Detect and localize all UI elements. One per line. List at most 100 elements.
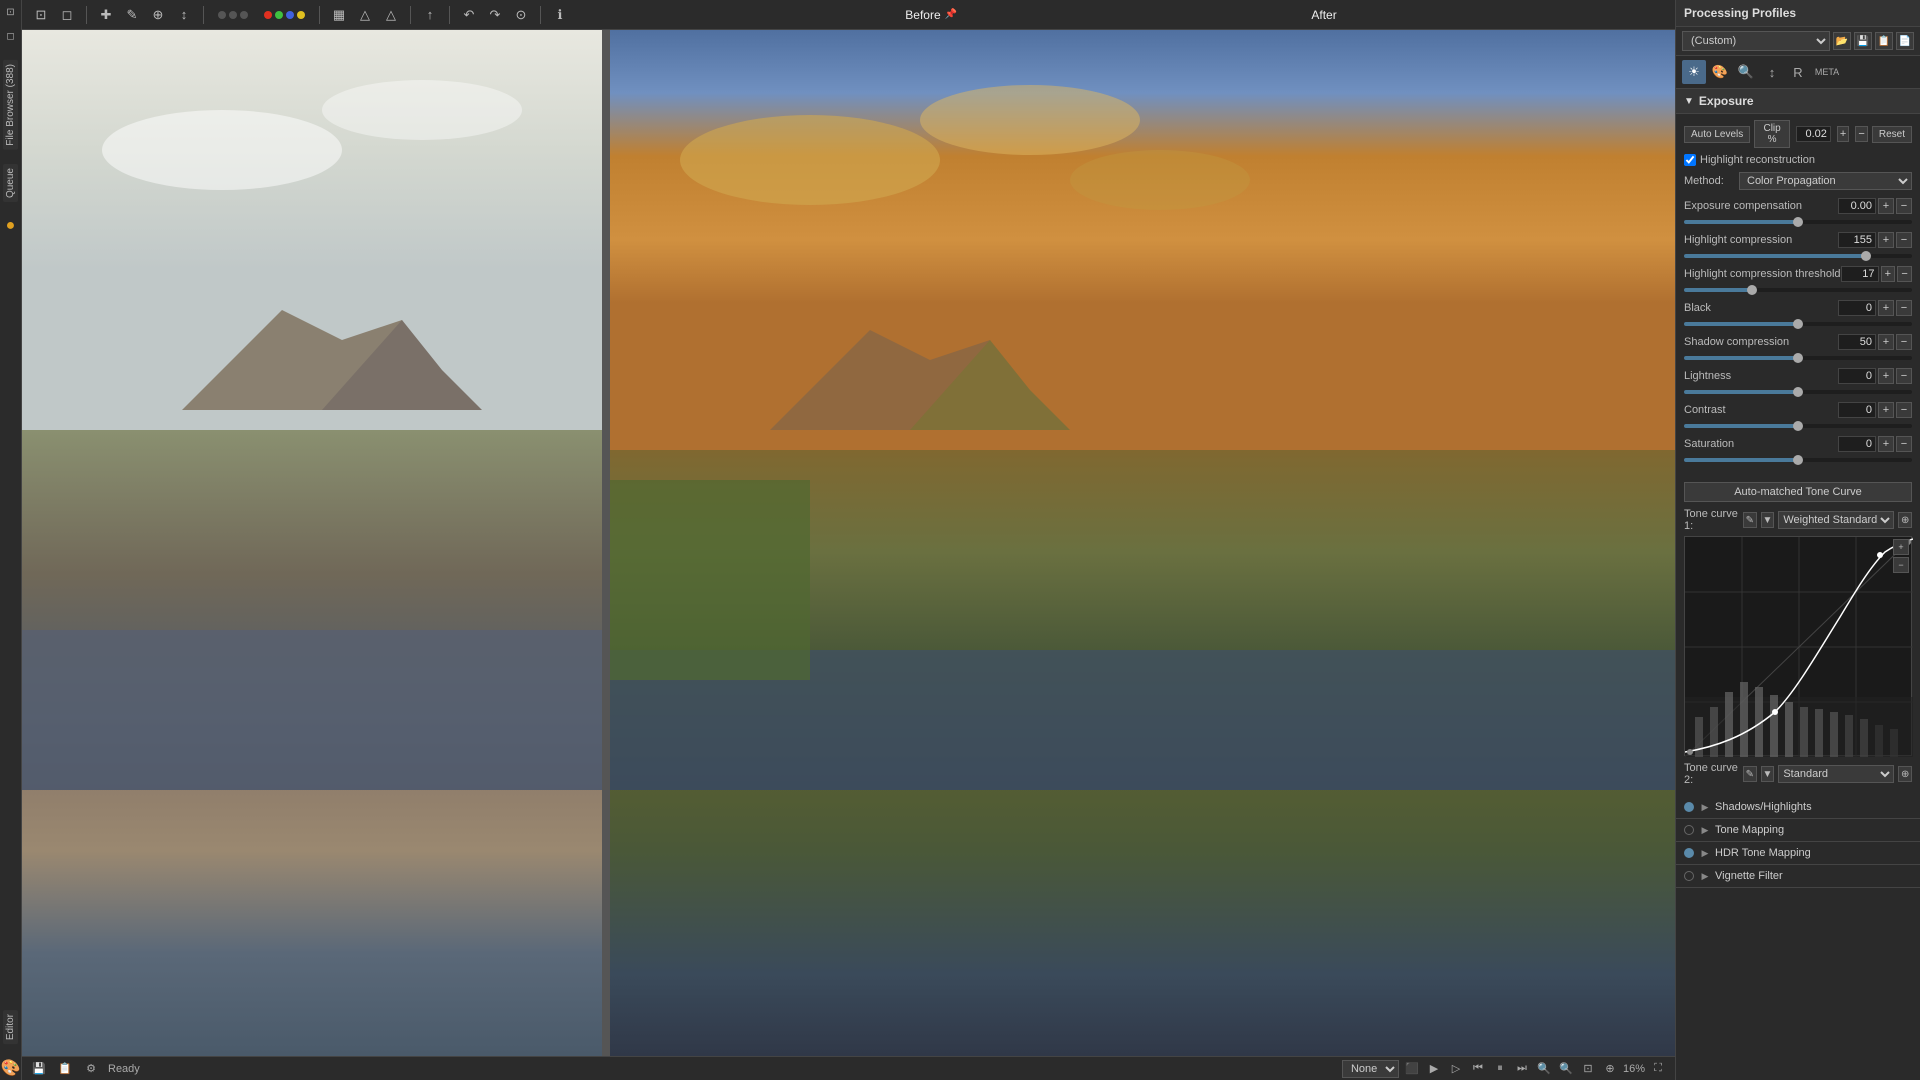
reset-btn[interactable]: Reset: [1872, 126, 1912, 143]
ht-minus[interactable]: −: [1897, 266, 1912, 282]
exposure-comp-thumb[interactable]: [1793, 217, 1803, 227]
profile-select[interactable]: (Custom): [1682, 31, 1830, 51]
tool-waveform[interactable]: △: [354, 4, 376, 26]
tab-raw[interactable]: R: [1786, 60, 1810, 84]
exposure-header[interactable]: ▼ Exposure: [1676, 89, 1920, 114]
nav-icon1[interactable]: ⬛: [1403, 1060, 1421, 1078]
tool-crop[interactable]: ⊕: [147, 4, 169, 26]
vignette-radio[interactable]: [1684, 871, 1694, 881]
clip-plus[interactable]: +: [1837, 126, 1849, 142]
settings-icon[interactable]: ⚙: [82, 1060, 100, 1078]
ht-plus[interactable]: +: [1881, 266, 1896, 282]
editor-tab[interactable]: Editor: [3, 1010, 18, 1044]
hc-plus[interactable]: +: [1878, 232, 1894, 248]
tool-info[interactable]: ℹ: [549, 4, 571, 26]
curve1-edit[interactable]: ✎: [1743, 512, 1757, 528]
tab-color[interactable]: 🎨: [1708, 60, 1732, 84]
sat-plus[interactable]: +: [1878, 436, 1894, 452]
curve2-select[interactable]: Standard Weighted Standard Parametric: [1778, 765, 1894, 783]
highlight-threshold-thumb[interactable]: [1747, 285, 1757, 295]
tone-mapping-header[interactable]: ▶ Tone Mapping: [1676, 819, 1920, 841]
lt-plus[interactable]: +: [1878, 368, 1894, 384]
sc-plus[interactable]: +: [1878, 334, 1894, 350]
ct-minus[interactable]: −: [1896, 402, 1912, 418]
shadow-comp-value[interactable]: [1838, 334, 1876, 350]
lightness-value[interactable]: [1838, 368, 1876, 384]
curve2-edit[interactable]: ✎: [1743, 766, 1757, 782]
highlight-comp-thumb[interactable]: [1861, 251, 1871, 261]
auto-matched-btn[interactable]: Auto-matched Tone Curve: [1684, 482, 1912, 502]
copy-icon[interactable]: 📋: [56, 1060, 74, 1078]
curve1-expand[interactable]: ⊕: [1898, 512, 1912, 528]
hdr-mapping-header[interactable]: ▶ HDR Tone Mapping: [1676, 842, 1920, 864]
tab-meta[interactable]: META: [1812, 60, 1842, 84]
hc-minus[interactable]: −: [1896, 232, 1912, 248]
tone-mapping-radio[interactable]: [1684, 825, 1694, 835]
auto-levels-btn[interactable]: Auto Levels: [1684, 126, 1750, 143]
lightness-thumb[interactable]: [1793, 387, 1803, 397]
nav-forward[interactable]: ⏭: [1513, 1060, 1531, 1078]
profile-copy[interactable]: 📋: [1875, 32, 1893, 50]
ct-plus[interactable]: +: [1878, 402, 1894, 418]
clip-value[interactable]: 0.02: [1796, 126, 1831, 142]
zoom-in[interactable]: 🔍: [1557, 1060, 1575, 1078]
black-value[interactable]: [1838, 300, 1876, 316]
shadows-highlights-radio[interactable]: [1684, 802, 1694, 812]
contrast-thumb[interactable]: [1793, 421, 1803, 431]
tab-detail[interactable]: 🔍: [1734, 60, 1758, 84]
profile-paste[interactable]: 📄: [1896, 32, 1914, 50]
curve2-type-btn[interactable]: ▼: [1761, 766, 1775, 782]
tool-queue[interactable]: ◻: [56, 4, 78, 26]
tone-curve-graph[interactable]: + −: [1684, 536, 1912, 756]
curve-zoom-in[interactable]: +: [1893, 539, 1909, 555]
curve1-select[interactable]: Weighted Standard Standard Parametric: [1778, 511, 1894, 529]
saturation-thumb[interactable]: [1793, 455, 1803, 465]
before-pin[interactable]: 📌: [945, 9, 957, 20]
exposure-comp-value[interactable]: [1838, 198, 1876, 214]
zoom-fit[interactable]: ⊡: [1579, 1060, 1597, 1078]
vignette-header[interactable]: ▶ Vignette Filter: [1676, 865, 1920, 887]
saturation-value[interactable]: [1838, 436, 1876, 452]
contrast-value[interactable]: [1838, 402, 1876, 418]
zoom-100[interactable]: ⊕: [1601, 1060, 1619, 1078]
file-browser-tab[interactable]: File Browser (388): [3, 60, 18, 150]
profile-save[interactable]: 💾: [1854, 32, 1872, 50]
noise-select[interactable]: None: [1342, 1060, 1399, 1078]
tool-histogram[interactable]: ▦: [328, 4, 350, 26]
sc-minus[interactable]: −: [1896, 334, 1912, 350]
nav-pause[interactable]: ⏸: [1491, 1060, 1509, 1078]
curve2-expand[interactable]: ⊕: [1898, 766, 1912, 782]
tab-exposure[interactable]: ☀: [1682, 60, 1706, 84]
fullscreen[interactable]: ⛶: [1649, 1060, 1667, 1078]
curve-zoom-out[interactable]: −: [1893, 557, 1909, 573]
color-icon[interactable]: ●: [1, 216, 21, 236]
clip-btn[interactable]: Clip %: [1754, 120, 1790, 148]
highlight-threshold-value[interactable]: [1841, 266, 1879, 282]
image-divider[interactable]: [602, 30, 610, 1056]
nav-rewind[interactable]: ⏮: [1469, 1060, 1487, 1078]
save-icon[interactable]: 💾: [30, 1060, 48, 1078]
clip-minus[interactable]: −: [1855, 126, 1867, 142]
tool-history[interactable]: ⊙: [510, 4, 532, 26]
nav-icon3[interactable]: ▷: [1447, 1060, 1465, 1078]
tool-browse[interactable]: ⊡: [30, 4, 52, 26]
zoom-out[interactable]: 🔍: [1535, 1060, 1553, 1078]
sidebar-icon-1[interactable]: ⊡: [1, 2, 21, 22]
colorwheel-icon[interactable]: 🎨: [1, 1058, 21, 1078]
black-thumb[interactable]: [1793, 319, 1803, 329]
curve1-type-btn[interactable]: ▼: [1761, 512, 1775, 528]
tool-export[interactable]: ↑: [419, 4, 441, 26]
highlight-reconstruction-cb[interactable]: [1684, 154, 1696, 166]
tool-vectorscope[interactable]: △: [380, 4, 402, 26]
tool-add[interactable]: ✚: [95, 4, 117, 26]
tab-transform[interactable]: ↕: [1760, 60, 1784, 84]
nav-icon2[interactable]: ▶: [1425, 1060, 1443, 1078]
lt-minus[interactable]: −: [1896, 368, 1912, 384]
highlight-comp-value[interactable]: [1838, 232, 1876, 248]
tool-edit[interactable]: ✎: [121, 4, 143, 26]
profile-load[interactable]: 📂: [1833, 32, 1851, 50]
queue-tab[interactable]: Queue: [3, 164, 18, 202]
exp-plus[interactable]: +: [1878, 198, 1894, 214]
sidebar-icon-2[interactable]: ◻: [1, 26, 21, 46]
method-select[interactable]: Color Propagation: [1739, 172, 1912, 190]
